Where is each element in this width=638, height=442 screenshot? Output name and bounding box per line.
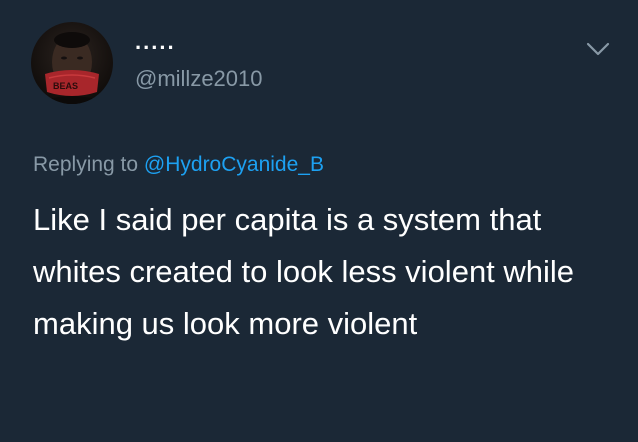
display-name[interactable]: .....: [135, 30, 176, 54]
replying-to-link[interactable]: @HydroCyanide_B: [144, 153, 324, 176]
replying-to-label: Replying to: [33, 153, 144, 176]
user-handle[interactable]: @millze2010: [135, 66, 263, 92]
tweet-text: Like I said per capita is a system that …: [33, 202, 575, 341]
avatar-text: BEAS: [53, 81, 78, 91]
chevron-down-icon[interactable]: [585, 40, 611, 58]
avatar[interactable]: BEAS: [31, 22, 113, 104]
tweet: BEAS ..... @millze2010 Replying to @Hydr…: [0, 0, 638, 442]
avatar-image: BEAS: [35, 32, 109, 104]
replying-to: Replying to @HydroCyanide_B: [33, 151, 324, 179]
